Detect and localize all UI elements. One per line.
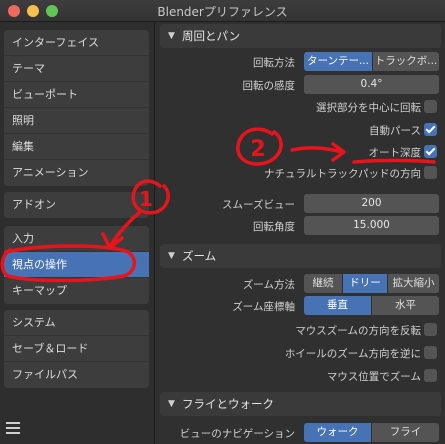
sidebar-item-animation[interactable]: アニメーション	[4, 160, 149, 186]
auto-depth-checkbox[interactable]	[424, 145, 437, 158]
section-title: 周回とパン	[182, 29, 241, 43]
sidebar-item-navigation[interactable]: 視点の操作	[4, 252, 149, 278]
orbit-sensitivity-label: 回転の感度	[242, 80, 296, 92]
view-navigation-row: ビューのナビゲーション ウォーク フライ	[156, 422, 445, 444]
section-zoom-header[interactable]: ▼ ズーム	[160, 244, 441, 268]
rotation-angle-row: 回転角度 15.000	[156, 215, 445, 237]
section-fly-walk-header[interactable]: ▼ フライとウォーク	[160, 392, 441, 416]
window-titlebar: Blenderプリファレンス	[0, 0, 445, 22]
orbit-sensitivity-field[interactable]: 0.4°	[304, 75, 439, 94]
sidebar-item-addons[interactable]: アドオン	[4, 192, 149, 218]
zoom-axis-row: ズーム座標軸 垂直 水平	[156, 295, 445, 317]
sidebar-item-interface[interactable]: インターフェイス	[4, 30, 149, 56]
auto-perspective-label: 自動パース	[369, 125, 421, 137]
invert-wheel-zoom-checkbox[interactable]	[424, 346, 437, 359]
smooth-view-row: スムーズビュー 200	[156, 193, 445, 215]
orbit-around-selection-label: 選択部分を中心に回転	[316, 102, 421, 114]
zoom-to-mouse-label: マウス位置でズーム	[326, 371, 421, 383]
orbit-method-trackball[interactable]: トラックボ...	[373, 52, 439, 71]
hamburger-icon[interactable]	[6, 422, 20, 436]
section-orbit-pan-header[interactable]: ▼ 周回とパン	[160, 24, 441, 48]
window-title: Blenderプリファレンス	[157, 5, 288, 19]
section-title: ズーム	[182, 249, 217, 263]
auto-depth-label: オート深度	[368, 147, 422, 159]
smooth-view-field[interactable]: 200	[304, 194, 439, 213]
rotation-angle-field[interactable]: 15.000	[304, 216, 439, 235]
zoom-method-continue[interactable]: 継続	[304, 274, 342, 293]
sidebar-item-lights[interactable]: 照明	[4, 108, 149, 134]
sidebar-item-file-paths[interactable]: ファイルパス	[4, 362, 149, 388]
nav-group-input: 入力 視点の操作 キーマップ	[4, 226, 149, 304]
zoom-to-mouse-row: マウス位置でズーム	[156, 365, 445, 387]
navigation-walk[interactable]: ウォーク	[304, 423, 371, 442]
sidebar-item-editing[interactable]: 編集	[4, 134, 149, 160]
orbit-around-selection-checkbox[interactable]	[424, 100, 437, 113]
trackpad-natural-checkbox[interactable]	[424, 166, 437, 179]
nav-group-system: システム セーブ＆ロード ファイルパス	[4, 310, 149, 388]
sidebar-item-input[interactable]: 入力	[4, 226, 149, 252]
preferences-sidebar: インターフェイス テーマ ビューポート 照明 編集 アニメーション アドオン 入…	[0, 22, 155, 444]
navigation-fly[interactable]: フライ	[372, 423, 439, 442]
rotation-angle-label: 回転角度	[253, 221, 295, 233]
auto-perspective-row: 自動パース	[156, 119, 445, 141]
zoom-method-scale[interactable]: 拡大縮小	[388, 274, 439, 293]
zoom-axis-vertical[interactable]: 垂直	[304, 296, 371, 315]
zoom-axis-label: ズーム座標軸	[232, 301, 295, 313]
auto-perspective-checkbox[interactable]	[424, 123, 437, 136]
sidebar-item-keymap[interactable]: キーマップ	[4, 278, 149, 304]
sidebar-item-system[interactable]: システム	[4, 310, 149, 336]
nav-group-general: インターフェイス テーマ ビューポート 照明 編集 アニメーション	[4, 30, 149, 186]
collapse-triangle-icon: ▼	[168, 31, 175, 41]
zoom-axis-horizontal[interactable]: 水平	[372, 296, 439, 315]
collapse-triangle-icon: ▼	[168, 251, 175, 261]
trackpad-natural-label: ナチュラルトラックパッドの方向	[264, 168, 421, 180]
zoom-method-label: ズーム方法	[242, 279, 295, 291]
orbit-method-row: 回転方法 ターンテー... トラックボ...	[156, 51, 445, 73]
smooth-view-label: スムーズビュー	[222, 199, 295, 211]
invert-wheel-zoom-row: ホイールのズーム方向を逆に	[156, 342, 445, 364]
invert-wheel-zoom-label: ホイールのズーム方向を逆に	[284, 348, 421, 360]
trackpad-natural-row: ナチュラルトラックパッドの方向	[156, 162, 445, 184]
orbit-method-turntable[interactable]: ターンテー...	[304, 52, 372, 71]
sidebar-item-save-load[interactable]: セーブ＆ロード	[4, 336, 149, 362]
view-navigation-label: ビューのナビゲーション	[179, 428, 295, 440]
orbit-around-selection-row: 選択部分を中心に回転	[156, 96, 445, 118]
zoom-to-mouse-checkbox[interactable]	[424, 369, 437, 382]
preferences-main: ▼ 周回とパン 回転方法 ターンテー... トラックボ... 回転の感度 0.4…	[156, 22, 445, 444]
orbit-method-label: 回転方法	[253, 57, 295, 69]
sidebar-item-themes[interactable]: テーマ	[4, 56, 149, 82]
section-title: フライとウォーク	[182, 397, 274, 411]
invert-mouse-zoom-checkbox[interactable]	[424, 323, 437, 336]
sidebar-item-viewport[interactable]: ビューポート	[4, 82, 149, 108]
zoom-method-dolly[interactable]: ドリー	[343, 274, 387, 293]
auto-depth-row: オート深度	[156, 141, 445, 163]
collapse-triangle-icon: ▼	[168, 399, 175, 409]
invert-mouse-zoom-label: マウスズームの方向を反転	[295, 325, 421, 337]
zoom-method-row: ズーム方法 継続 ドリー 拡大縮小	[156, 273, 445, 295]
invert-mouse-zoom-row: マウスズームの方向を反転	[156, 319, 445, 341]
orbit-sensitivity-row: 回転の感度 0.4°	[156, 74, 445, 96]
nav-group-addons: アドオン	[4, 192, 149, 218]
